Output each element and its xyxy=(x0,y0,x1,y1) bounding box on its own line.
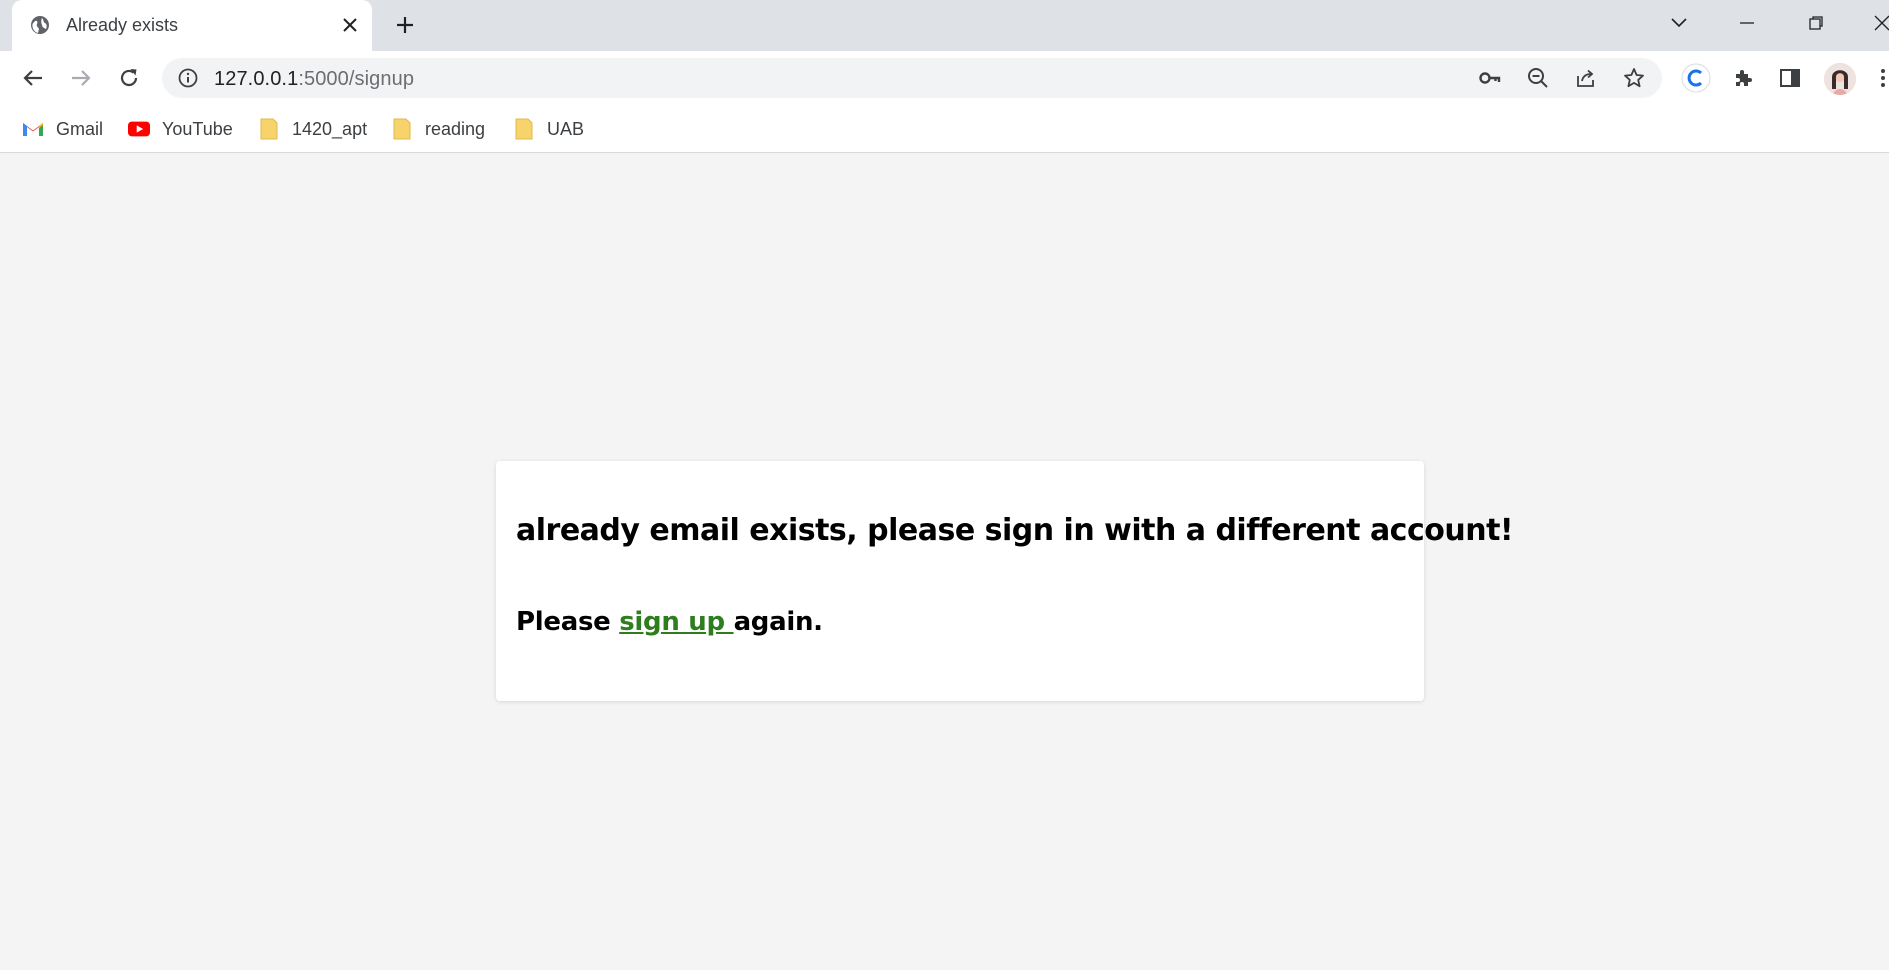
reload-icon[interactable] xyxy=(114,63,144,93)
extensions-puzzle-icon[interactable] xyxy=(1728,63,1758,93)
youtube-icon xyxy=(128,118,150,140)
globe-icon xyxy=(30,15,50,35)
folder-icon xyxy=(258,118,280,140)
bookmark-folder-1420-apt[interactable]: 1420_apt xyxy=(258,115,367,143)
bookmark-label: reading xyxy=(425,118,486,139)
bookmark-label: 1420_apt xyxy=(292,118,368,139)
bookmark-folder-uab[interactable]: UAB xyxy=(513,115,584,143)
bookmark-gmail[interactable]: Gmail xyxy=(22,115,103,143)
back-arrow-icon[interactable] xyxy=(18,63,48,93)
zoom-out-icon[interactable] xyxy=(1526,66,1550,90)
url-host: 127.0.0.1 xyxy=(214,68,299,90)
gmail-icon xyxy=(22,118,44,140)
url-text[interactable]: 127.0.0.1:5000/signup xyxy=(214,68,414,91)
minimize-icon[interactable] xyxy=(1734,10,1760,36)
key-icon[interactable] xyxy=(1478,66,1502,90)
folder-icon xyxy=(513,118,535,140)
forward-arrow-icon[interactable] xyxy=(66,63,96,93)
bookmark-star-icon[interactable] xyxy=(1622,66,1646,90)
side-panel-icon[interactable] xyxy=(1775,63,1805,93)
bookmark-youtube[interactable]: YouTube xyxy=(128,115,233,143)
restore-icon[interactable] xyxy=(1803,10,1829,36)
bookmark-label: UAB xyxy=(547,118,585,139)
sign-up-link[interactable]: sign up xyxy=(619,607,733,637)
tab-search-chevron-icon[interactable] xyxy=(1666,10,1692,36)
browser-tab[interactable]: Already exists xyxy=(12,0,372,51)
site-info-icon[interactable] xyxy=(178,68,198,88)
profile-avatar[interactable] xyxy=(1824,63,1856,95)
share-icon[interactable] xyxy=(1574,66,1598,90)
address-bar[interactable]: 127.0.0.1:5000/signup xyxy=(162,58,1662,98)
signup-prompt: Please sign up again. xyxy=(516,607,823,637)
message-card: already email exists, please sign in wit… xyxy=(496,461,1514,701)
prompt-prefix: Please xyxy=(516,607,620,637)
tab-strip: Already exists xyxy=(0,0,1889,51)
tab-title: Already exists xyxy=(66,15,179,35)
browser-toolbar: 127.0.0.1:5000/signup xyxy=(0,51,1889,105)
folder-icon xyxy=(391,118,413,140)
menu-kebab-icon[interactable] xyxy=(1878,63,1888,93)
close-tab-icon[interactable] xyxy=(338,13,362,37)
extension-c-icon[interactable] xyxy=(1681,63,1711,93)
bookmark-label: Gmail xyxy=(56,118,104,139)
bookmark-label: YouTube xyxy=(162,118,233,139)
url-path: :5000/signup xyxy=(298,68,415,90)
bookmark-folder-reading[interactable]: reading xyxy=(391,115,485,143)
close-window-icon[interactable] xyxy=(1869,10,1889,36)
prompt-suffix: again. xyxy=(733,607,824,637)
error-heading: already email exists, please sign in wit… xyxy=(516,513,1514,548)
new-tab-icon[interactable] xyxy=(392,12,418,38)
bookmarks-bar: Gmail YouTube 1420_apt reading UAB xyxy=(0,105,1889,153)
